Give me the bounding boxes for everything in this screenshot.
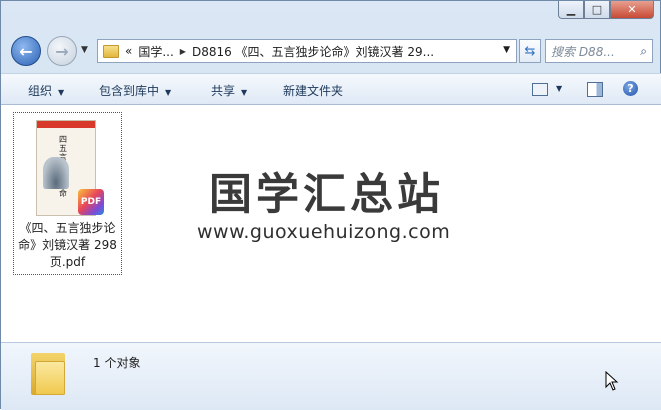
chevron-down-icon: ▼ — [58, 88, 65, 97]
forward-button[interactable]: → — [47, 36, 77, 66]
organize-button[interactable]: 组织 ▼ — [28, 82, 64, 99]
back-button[interactable]: ← — [11, 36, 41, 66]
organize-label: 组织 — [28, 84, 53, 98]
command-bar: 组织 ▼ 包含到库中 ▼ 共享 ▼ 新建文件夹 ▼ ? — [1, 73, 661, 105]
breadcrumb-current[interactable]: D8816 《四、五言独步论命》刘镜汉著 29... — [192, 43, 434, 60]
folder-icon — [31, 351, 65, 395]
file-item[interactable]: 四五言独步论命 PDF 《四、五言独步论命》刘镜汉著 298页.pdf — [13, 112, 122, 275]
watermark-url: www.guoxuehuizong.com — [197, 221, 451, 243]
help-icon[interactable]: ? — [623, 81, 638, 96]
include-library-button[interactable]: 包含到库中 ▼ — [99, 82, 171, 99]
change-view-icon[interactable] — [532, 83, 548, 96]
mouse-cursor-icon — [605, 371, 619, 391]
refresh-button[interactable]: ⇆ — [519, 39, 541, 63]
new-folder-label: 新建文件夹 — [283, 84, 344, 98]
thumbnail-header-band — [37, 121, 95, 128]
item-count: 1 个对象 — [93, 356, 141, 370]
file-name[interactable]: 《四、五言独步论命》刘镜汉著 298页.pdf — [14, 220, 121, 271]
view-dropdown-icon[interactable]: ▼ — [556, 84, 562, 93]
caption-buttons: ▁ □ ✕ — [558, 1, 654, 21]
arrow-right-icon: → — [55, 41, 69, 61]
close-button[interactable]: ✕ — [610, 1, 654, 19]
details-pane: 1 个对象 — [1, 342, 661, 410]
breadcrumb-item[interactable]: 国学... — [138, 43, 173, 60]
minimize-button[interactable]: ▁ — [558, 1, 584, 19]
refresh-icon: ⇆ — [524, 43, 536, 59]
chevron-right-icon[interactable]: ▶ — [180, 47, 186, 56]
share-button[interactable]: 共享 ▼ — [211, 82, 247, 99]
maximize-button[interactable]: □ — [584, 1, 610, 19]
folder-icon — [103, 44, 119, 58]
arrow-left-icon: ← — [19, 41, 33, 61]
explorer-window: ▁ □ ✕ ← → ▼ « 国学... ▶ D8816 《四、五言独步论命》刘镜… — [0, 0, 661, 410]
breadcrumb-overflow[interactable]: « — [125, 44, 132, 58]
recent-pages-dropdown[interactable]: ▼ — [81, 45, 88, 55]
watermark-title: 国学汇总站 — [209, 170, 444, 220]
share-label: 共享 — [211, 84, 236, 98]
search-placeholder: 搜索 D88... — [551, 44, 615, 59]
address-bar[interactable]: « 国学... ▶ D8816 《四、五言独步论命》刘镜汉著 29... ▼ — [97, 39, 517, 63]
thumbnail-figure — [43, 157, 69, 189]
search-icon: ⌕ — [640, 43, 647, 58]
search-input[interactable]: 搜索 D88... ⌕ — [545, 39, 653, 63]
navigation-bar: ← → ▼ « 国学... ▶ D8816 《四、五言独步论命》刘镜汉著 29.… — [1, 35, 661, 67]
new-folder-button[interactable]: 新建文件夹 — [283, 82, 343, 99]
chevron-down-icon: ▼ — [241, 88, 248, 97]
file-list-area[interactable]: 四五言独步论命 PDF 《四、五言独步论命》刘镜汉著 298页.pdf 国学汇总… — [1, 105, 661, 342]
pdf-icon: PDF — [78, 189, 104, 215]
include-library-label: 包含到库中 — [99, 84, 160, 98]
address-dropdown-icon[interactable]: ▼ — [503, 45, 510, 55]
preview-pane-icon[interactable] — [587, 82, 603, 97]
chevron-down-icon: ▼ — [165, 88, 172, 97]
